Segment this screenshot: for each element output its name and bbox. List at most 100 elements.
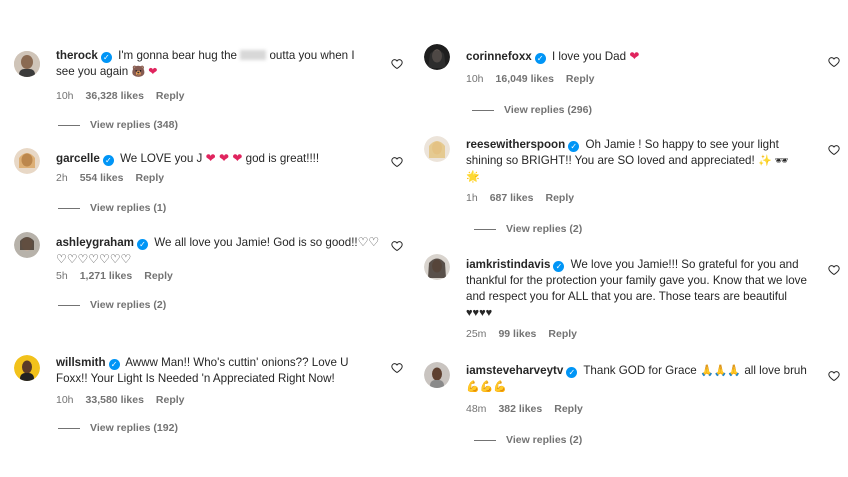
- username[interactable]: corinnefoxx: [466, 50, 532, 63]
- view-replies-label: View replies (1): [90, 202, 167, 214]
- timestamp: 10h: [56, 394, 74, 406]
- view-replies-label: View replies (2): [506, 434, 583, 446]
- username[interactable]: willsmith: [56, 356, 106, 369]
- praying-hands-emoji: 🙏🙏🙏: [699, 365, 742, 377]
- comment-text: We all love you Jamie! God is so good!!: [154, 236, 358, 249]
- view-replies-label: View replies (296): [504, 104, 592, 116]
- divider: [474, 228, 496, 230]
- timestamp: 48m: [466, 403, 487, 415]
- timestamp: 1h: [466, 192, 478, 204]
- heart-outline-icon[interactable]: [828, 264, 840, 276]
- comment-text: I'm gonna bear hug the: [118, 49, 238, 62]
- comment-meta: 2h 554 likes Reply: [56, 172, 176, 184]
- comment-meta: 25m 99 likes Reply: [466, 328, 589, 340]
- likes-count[interactable]: 554 likes: [80, 172, 124, 184]
- reply-button[interactable]: Reply: [156, 394, 185, 406]
- hearts-emoji: ❤ ❤ ❤: [205, 151, 243, 165]
- comment-meta: 10h 36,328 likes Reply: [56, 90, 197, 102]
- avatar[interactable]: [424, 136, 450, 162]
- username[interactable]: therock: [56, 49, 98, 62]
- reply-button[interactable]: Reply: [554, 403, 583, 415]
- view-replies-label: View replies (192): [90, 422, 178, 434]
- comment-meta: 1h 687 likes Reply: [466, 192, 586, 204]
- likes-count[interactable]: 99 likes: [498, 328, 536, 340]
- heart-outline-icon[interactable]: [391, 58, 403, 70]
- heart-outline-icon[interactable]: [828, 56, 840, 68]
- username[interactable]: reesewitherspoon: [466, 138, 565, 151]
- likes-count[interactable]: 33,580 likes: [86, 394, 144, 406]
- reply-button[interactable]: Reply: [144, 270, 173, 282]
- heart-outline-icon[interactable]: [391, 362, 403, 374]
- view-replies-label: View replies (348): [90, 119, 178, 131]
- emoji-star: 🌟: [466, 171, 480, 183]
- view-replies-button[interactable]: View replies (2): [474, 223, 582, 235]
- likes-count[interactable]: 382 likes: [498, 403, 542, 415]
- verified-badge-icon: ✓: [534, 53, 546, 64]
- view-replies-button[interactable]: View replies (1): [58, 202, 166, 214]
- divider: [472, 109, 494, 111]
- heart-outline-icon[interactable]: [391, 240, 403, 252]
- emoji-group: ✨ 🕶: [757, 155, 789, 167]
- username[interactable]: iamsteveharveytv: [466, 364, 563, 377]
- comment-meta: 5h 1,271 likes Reply: [56, 270, 185, 282]
- avatar[interactable]: [424, 44, 450, 70]
- timestamp: 2h: [56, 172, 68, 184]
- censored-word: [240, 50, 267, 60]
- likes-count[interactable]: 1,271 likes: [80, 270, 133, 282]
- heart-emoji: ❤: [629, 49, 640, 63]
- comment-text-cont: god is great!!!!: [245, 152, 320, 165]
- username[interactable]: iamkristindavis: [466, 258, 550, 271]
- likes-count[interactable]: 36,328 likes: [86, 90, 144, 102]
- avatar[interactable]: [14, 232, 40, 258]
- verified-badge-icon: ✓: [568, 141, 580, 152]
- timestamp: 10h: [466, 73, 484, 85]
- avatar[interactable]: [424, 362, 450, 388]
- divider: [58, 124, 80, 126]
- heart-outline-icon[interactable]: [391, 156, 403, 168]
- comment-meta: 10h 33,580 likes Reply: [56, 394, 197, 406]
- verified-badge-icon: ✓: [136, 239, 148, 250]
- comment-meta: 10h 16,049 likes Reply: [466, 73, 607, 85]
- verified-badge-icon: ✓: [553, 261, 565, 272]
- heart-outline-icon[interactable]: [828, 144, 840, 156]
- likes-count[interactable]: 16,049 likes: [496, 73, 554, 85]
- timestamp: 25m: [466, 328, 487, 340]
- username[interactable]: garcelle: [56, 152, 100, 165]
- view-replies-button[interactable]: View replies (296): [472, 104, 592, 116]
- reply-button[interactable]: Reply: [548, 328, 577, 340]
- hearts-emoji: ♥♥♥♥: [466, 307, 493, 319]
- comment-text-cont: all love bruh: [744, 364, 807, 377]
- divider: [58, 207, 80, 209]
- verified-badge-icon: ✓: [108, 359, 120, 370]
- reply-button[interactable]: Reply: [135, 172, 164, 184]
- timestamp: 5h: [56, 270, 68, 282]
- view-replies-label: View replies (2): [506, 223, 583, 235]
- emoji-group: 🐻 ❤: [131, 66, 158, 78]
- comment-text: We LOVE you J: [120, 152, 203, 165]
- reply-button[interactable]: Reply: [545, 192, 574, 204]
- heart-outline-icon[interactable]: [828, 370, 840, 382]
- timestamp: 10h: [56, 90, 74, 102]
- view-replies-button[interactable]: View replies (192): [58, 422, 178, 434]
- verified-badge-icon: ✓: [566, 367, 578, 378]
- avatar[interactable]: [14, 148, 40, 174]
- avatar[interactable]: [424, 254, 450, 280]
- reply-button[interactable]: Reply: [566, 73, 595, 85]
- view-replies-button[interactable]: View replies (2): [474, 434, 582, 446]
- view-replies-label: View replies (2): [90, 299, 167, 311]
- avatar[interactable]: [14, 51, 40, 77]
- view-replies-button[interactable]: View replies (348): [58, 119, 178, 131]
- avatar[interactable]: [14, 355, 40, 381]
- verified-badge-icon: ✓: [102, 155, 114, 166]
- likes-count[interactable]: 687 likes: [490, 192, 534, 204]
- comment-text: Thank GOD for Grace: [583, 364, 697, 377]
- verified-badge-icon: ✓: [100, 52, 112, 63]
- outline-hearts-emoji-row: ♡♡♡♡♡♡♡: [56, 252, 132, 266]
- divider: [474, 439, 496, 441]
- reply-button[interactable]: Reply: [156, 90, 185, 102]
- comment-text: I love you Dad: [551, 50, 627, 63]
- flexed-biceps-emoji: 💪💪💪: [466, 381, 508, 393]
- username[interactable]: ashleygraham: [56, 236, 134, 249]
- view-replies-button[interactable]: View replies (2): [58, 299, 166, 311]
- outline-hearts-emoji: ♡♡: [357, 235, 380, 249]
